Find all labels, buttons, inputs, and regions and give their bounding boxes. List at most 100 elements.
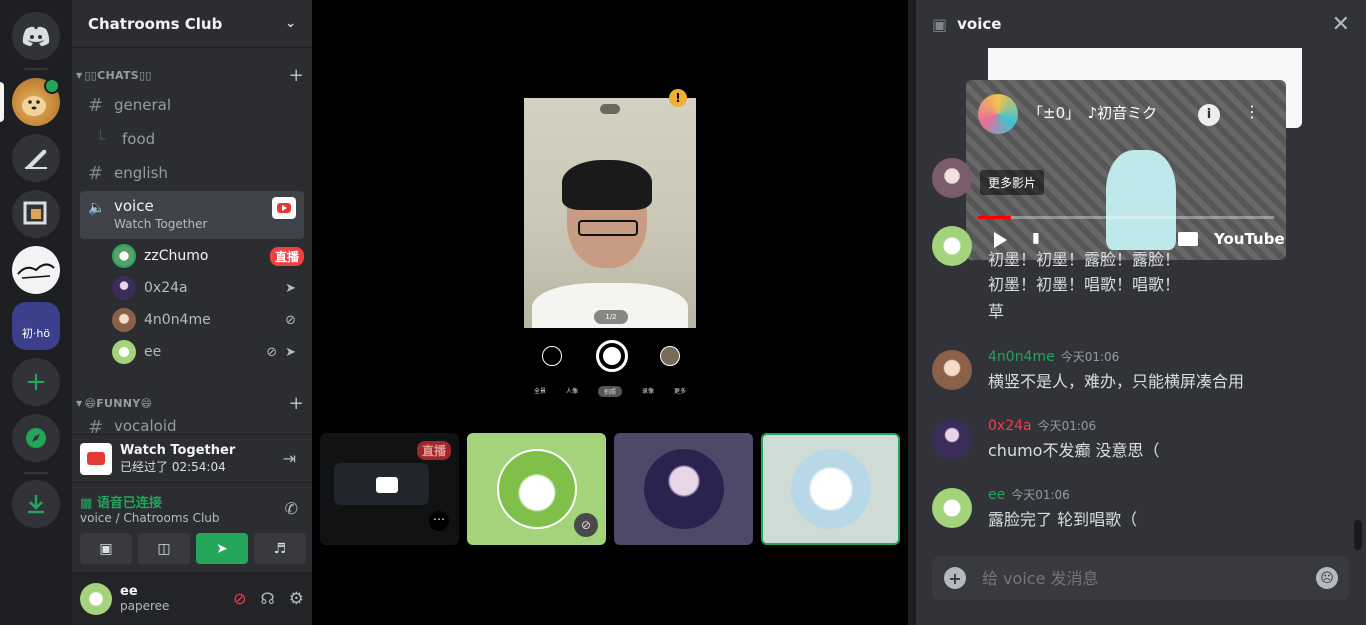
message-author[interactable]: 0x24a — [988, 418, 1032, 434]
stream-stage: 1/2 ! 全景 人像 拍照 录像 更多 直播 ⋯ ⊘ — [312, 0, 908, 625]
dove-server-icon[interactable] — [12, 246, 60, 294]
voice-user-name: ee — [144, 344, 162, 360]
screen-share-button[interactable]: ◫ — [138, 533, 190, 564]
live-badge: 直播 — [269, 246, 304, 266]
message-text: chumo不发癫 没意思（ — [988, 441, 1160, 460]
channel-english[interactable]: # english — [80, 157, 304, 189]
stream-preview-tile[interactable]: 直播 ⋯ — [320, 433, 459, 545]
emoji-picker-icon[interactable]: ☹ — [1316, 567, 1338, 589]
avatar[interactable] — [932, 419, 972, 459]
message-text: 初墨！初墨！露脸！露脸！ — [988, 250, 1181, 269]
settings-gear-icon[interactable]: ⚙ — [289, 589, 304, 609]
anime-server-icon[interactable]: 初·hö — [12, 302, 60, 350]
mute-mic-icon[interactable]: ⊘ — [233, 589, 246, 608]
voice-user-zzchumo[interactable]: zzChumo 直播 — [112, 241, 304, 271]
message-input[interactable] — [982, 568, 1316, 588]
camera-button[interactable]: ▣ — [80, 533, 132, 564]
participant-tile-ee[interactable]: ⊘ — [467, 433, 606, 545]
signal-icon: ▩ — [80, 496, 93, 511]
voice-status[interactable]: 语音已连接 — [97, 496, 162, 511]
download-apps-icon[interactable] — [12, 480, 60, 528]
discord-home-icon[interactable] — [12, 12, 60, 60]
video-title: 「±0」 ♪初音ミク — [1028, 104, 1158, 122]
activity-elapsed: 已经过了 02:54:04 — [120, 459, 226, 474]
thread-branch-icon: └ — [96, 130, 106, 148]
channel-label: general — [114, 96, 172, 114]
user-name: ee — [120, 583, 138, 599]
person-glasses — [578, 220, 638, 236]
avatar — [790, 449, 871, 529]
guild-name: Chatrooms Club — [88, 14, 223, 33]
leave-activity-icon[interactable]: ⇥ — [283, 449, 296, 468]
category-name: 😄FUNNY😄 — [84, 396, 153, 410]
message-group: 初墨！初墨！露脸！露脸！ 初墨！初墨！唱歌！唱歌！ 草 — [932, 156, 1352, 326]
thread-food[interactable]: └ food — [80, 123, 304, 155]
channel-vocaloid[interactable]: # vocaloid — [80, 417, 304, 434]
kebab-menu-icon[interactable]: ⋮ — [1244, 102, 1260, 121]
person-hair — [562, 160, 652, 210]
message-author[interactable]: ee — [988, 487, 1005, 503]
more-options-icon[interactable]: ⋯ — [429, 511, 449, 531]
camera-mode: 全景 — [533, 388, 546, 395]
message-text: 初墨！初墨！唱歌！唱歌！ — [988, 275, 1181, 294]
voice-user-0x24a[interactable]: 0x24a ➤ — [112, 273, 304, 303]
close-icon[interactable]: ✕ — [1332, 12, 1350, 37]
avatar[interactable] — [932, 158, 972, 198]
explore-compass-icon[interactable] — [12, 414, 60, 462]
add-channel-icon[interactable]: + — [289, 65, 304, 86]
category-caret-icon: ▼ — [76, 398, 83, 408]
square-server-icon[interactable] — [12, 190, 60, 238]
anime-server-text: 初·hö — [21, 327, 51, 340]
channel-voice[interactable]: 🔈 voice Watch Together — [80, 191, 304, 239]
avatar[interactable] — [80, 582, 112, 615]
category-chats[interactable]: ▼ ▯▯CHATS▯▯ + — [72, 65, 312, 86]
activity-button[interactable]: ➤ — [196, 533, 248, 564]
guild-header[interactable]: Chatrooms Club ⌄ — [72, 0, 312, 48]
message-author[interactable]: 4n0n4me — [988, 349, 1055, 365]
disconnect-icon[interactable]: ✆ — [285, 499, 298, 518]
headphones-icon[interactable]: ☊ — [261, 589, 275, 608]
participant-tile-0x24a[interactable] — [614, 433, 753, 545]
message-group: 0x24a 今天01:06 chumo不发癫 没意思（ — [932, 417, 1352, 465]
chat-scrollbar[interactable] — [1354, 520, 1362, 550]
live-badge: 直播 — [416, 441, 451, 460]
gallery-thumb — [660, 346, 680, 366]
info-icon[interactable]: i — [1198, 104, 1220, 126]
voice-user-4n0n4me[interactable]: 4n0n4me ⊘ — [112, 305, 304, 335]
soundboard-button[interactable]: ♬ — [254, 533, 306, 564]
feather-server-icon[interactable] — [12, 134, 60, 182]
soundboard-icon: ♬ — [273, 540, 287, 557]
add-server-icon[interactable]: + — [12, 358, 60, 406]
youtube-activity-icon[interactable] — [272, 197, 296, 219]
camera-icon — [376, 477, 398, 493]
avatar — [112, 340, 136, 364]
avatar — [112, 244, 136, 268]
add-channel-icon[interactable]: + — [289, 393, 304, 414]
category-funny[interactable]: ▼ 😄FUNNY😄 + — [72, 393, 312, 414]
voice-user-ee[interactable]: ee ⊘ ➤ — [112, 337, 304, 367]
message-text: 露脸完了 轮到唱歌（ — [988, 510, 1138, 529]
channel-general[interactable]: # general — [80, 89, 304, 121]
avatar[interactable] — [932, 226, 972, 266]
category-caret-icon: ▼ — [76, 70, 83, 80]
hash-icon: # — [88, 417, 104, 434]
category-name: ▯▯CHATS▯▯ — [84, 68, 152, 82]
muted-mic-icon: ⊘ — [574, 513, 598, 537]
message-timestamp: 今天01:06 — [1037, 419, 1097, 433]
avatar[interactable] — [932, 488, 972, 528]
message-text: 横竖不是人，难办，只能横屏凑合用 — [988, 372, 1245, 391]
voice-user-name: zzChumo — [144, 248, 209, 264]
add-attachment-icon[interactable]: + — [944, 567, 966, 589]
voice-location[interactable]: voice / Chatrooms Club — [80, 511, 220, 525]
camera-mode-bar: 全景 人像 拍照 录像 更多 — [524, 386, 696, 397]
chat-panel: ▣ voice ✕ 「±0」 ♪初音ミク i ⋮ 更多影片 ▮ YouTube … — [916, 0, 1366, 625]
avatar — [643, 449, 724, 529]
user-panel: ee paperee ⊘ ☊ ⚙ — [72, 572, 312, 625]
avatar[interactable] — [932, 350, 972, 390]
avatar — [496, 449, 577, 529]
participant-tile-zzchumo[interactable] — [761, 433, 900, 545]
chat-header: ▣ voice ✕ — [916, 0, 1366, 48]
rail-separator — [24, 472, 48, 474]
warning-icon: ! — [669, 89, 687, 107]
phone-stream[interactable]: 1/2 ! 全景 人像 拍照 录像 更多 — [524, 80, 696, 410]
